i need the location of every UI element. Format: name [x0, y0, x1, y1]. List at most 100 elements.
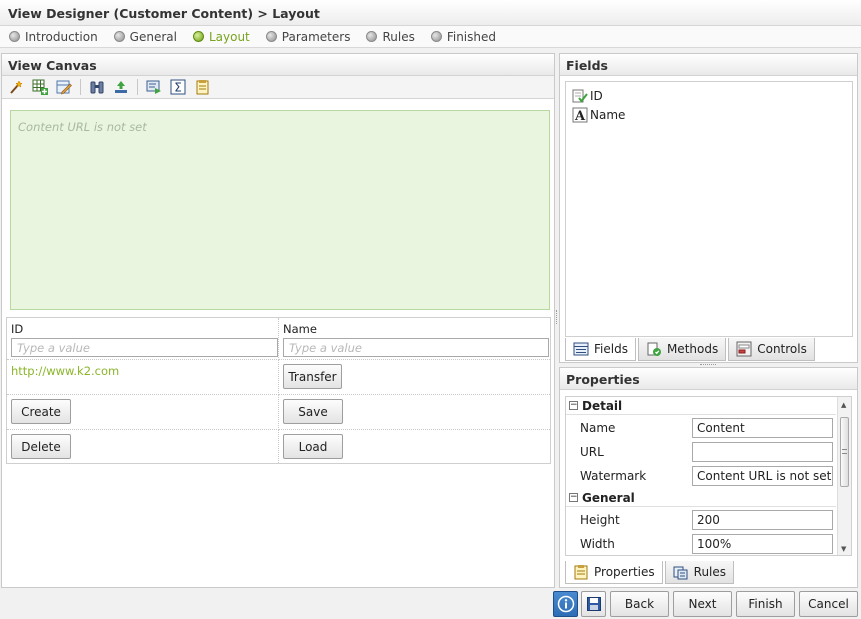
property-label: Watermark	[580, 469, 647, 483]
step-parameters[interactable]: Parameters	[265, 29, 351, 44]
step-label: Introduction	[25, 29, 98, 44]
create-button[interactable]: Create	[11, 399, 71, 424]
name-property-input[interactable]: Content	[692, 418, 833, 438]
svg-text:Σ: Σ	[174, 81, 182, 95]
sigma-icon[interactable]: Σ	[169, 78, 187, 96]
save-button[interactable]: Save	[283, 399, 343, 424]
step-label: Finished	[446, 29, 496, 44]
binoculars-icon[interactable]	[88, 78, 106, 96]
collapse-icon[interactable]: −	[569, 493, 578, 502]
section-title: Detail	[582, 398, 623, 413]
tab-methods[interactable]: Methods	[637, 338, 727, 361]
info-icon	[557, 595, 574, 613]
text-field-icon: A	[572, 107, 588, 123]
step-finished[interactable]: Finished	[430, 29, 496, 44]
properties-panel: Properties − Detail Name Content URL Wat…	[559, 367, 858, 588]
properties-tabs: Properties Rules	[565, 561, 735, 584]
delete-button[interactable]: Delete	[11, 434, 71, 459]
properties-scrollbar[interactable]: ▲ ▼	[837, 397, 851, 555]
notes-icon[interactable]	[193, 78, 211, 96]
cancel-button[interactable]: Cancel	[799, 591, 858, 617]
render-icon[interactable]	[145, 78, 163, 96]
step-indicator-icon	[9, 31, 20, 42]
wizard-steps: Introduction General Layout Parameters R…	[0, 26, 861, 48]
tab-label: Rules	[693, 565, 727, 579]
content-watermark: Content URL is not set	[18, 120, 147, 134]
tab-fields[interactable]: Fields	[565, 338, 636, 361]
tab-label: Fields	[594, 342, 628, 356]
scrollbar-thumb[interactable]	[840, 417, 849, 487]
back-button[interactable]: Back	[610, 591, 669, 617]
upload-icon[interactable]	[112, 78, 130, 96]
step-label: Parameters	[281, 29, 351, 44]
tab-controls[interactable]: Controls	[728, 338, 815, 361]
step-general[interactable]: General	[113, 29, 177, 44]
field-label: ID	[590, 88, 603, 103]
load-button[interactable]: Load	[283, 434, 343, 459]
controls-tab-icon	[736, 341, 752, 357]
step-indicator-icon	[265, 31, 277, 42]
collapse-icon[interactable]: −	[569, 401, 578, 410]
view-canvas-header: View Canvas	[2, 54, 554, 76]
save-disk-button[interactable]	[581, 591, 606, 617]
tab-label: Controls	[757, 342, 807, 356]
step-label: Layout	[208, 29, 250, 44]
properties-tab-icon	[573, 564, 589, 580]
width-property-input[interactable]: 100%	[692, 534, 833, 554]
watermark-property-input[interactable]: Content URL is not set	[692, 466, 833, 486]
tab-label: Properties	[594, 565, 655, 579]
tab-rules[interactable]: Rules	[664, 561, 735, 584]
field-item-name[interactable]: A Name	[566, 105, 852, 124]
toolbar-separator	[80, 79, 81, 95]
section-detail[interactable]: − Detail	[566, 397, 836, 415]
rules-tab-icon	[673, 564, 689, 580]
finish-button[interactable]: Finish	[736, 591, 795, 617]
properties-grid: − Detail Name Content URL Watermark Cont…	[565, 396, 852, 556]
view-canvas-panel: View Canvas Σ Content URL is not set ID …	[1, 53, 555, 588]
field-label: Name	[590, 107, 626, 122]
tab-properties[interactable]: Properties	[565, 561, 663, 584]
content-control[interactable]: Content URL is not set	[10, 110, 550, 310]
property-label: Height	[580, 513, 620, 527]
transfer-button[interactable]: Transfer	[283, 364, 342, 389]
height-property-input[interactable]: 200	[692, 510, 833, 530]
properties-header: Properties	[560, 368, 857, 390]
step-indicator-icon	[113, 31, 125, 42]
methods-tab-icon	[646, 341, 662, 357]
scroll-up-icon[interactable]: ▲	[841, 401, 846, 409]
name-label: Name	[283, 322, 317, 336]
property-label: Width	[580, 537, 615, 551]
fields-header: Fields	[560, 54, 857, 76]
section-title: General	[582, 490, 635, 505]
step-label: General	[129, 29, 177, 44]
info-button[interactable]	[553, 591, 578, 617]
url-property-input[interactable]	[692, 442, 833, 462]
section-general[interactable]: − General	[566, 489, 836, 507]
field-item-id[interactable]: ID	[566, 86, 852, 105]
vertical-splitter[interactable]	[556, 310, 558, 324]
id-label: ID	[11, 322, 24, 336]
fields-tabs: Fields Methods Controls	[565, 338, 815, 361]
step-layout[interactable]: Layout	[192, 29, 250, 44]
name-textbox[interactable]: Type a value	[283, 338, 549, 357]
k2-hyperlink[interactable]: http://www.k2.com	[11, 364, 119, 378]
property-label: URL	[580, 445, 604, 459]
svg-text:A: A	[574, 109, 586, 123]
layout-table: ID Name Type a value Type a value http:/…	[6, 317, 551, 464]
horizontal-splitter[interactable]	[700, 364, 716, 366]
next-button[interactable]: Next	[673, 591, 732, 617]
edit-table-icon[interactable]	[55, 78, 73, 96]
window-title: View Designer (Customer Content) > Layou…	[0, 0, 861, 26]
canvas-toolbar: Σ	[2, 76, 554, 99]
property-label: Name	[580, 421, 616, 435]
toolbar-separator	[137, 79, 138, 95]
id-textbox[interactable]: Type a value	[11, 338, 278, 357]
save-disk-icon	[586, 597, 601, 611]
step-indicator-icon	[430, 31, 442, 42]
scroll-down-icon[interactable]: ▼	[841, 545, 846, 553]
wand-icon[interactable]	[7, 78, 25, 96]
tab-label: Methods	[666, 342, 719, 356]
step-rules[interactable]: Rules	[366, 30, 415, 44]
insert-table-icon[interactable]	[31, 78, 49, 96]
step-introduction[interactable]: Introduction	[9, 30, 98, 44]
